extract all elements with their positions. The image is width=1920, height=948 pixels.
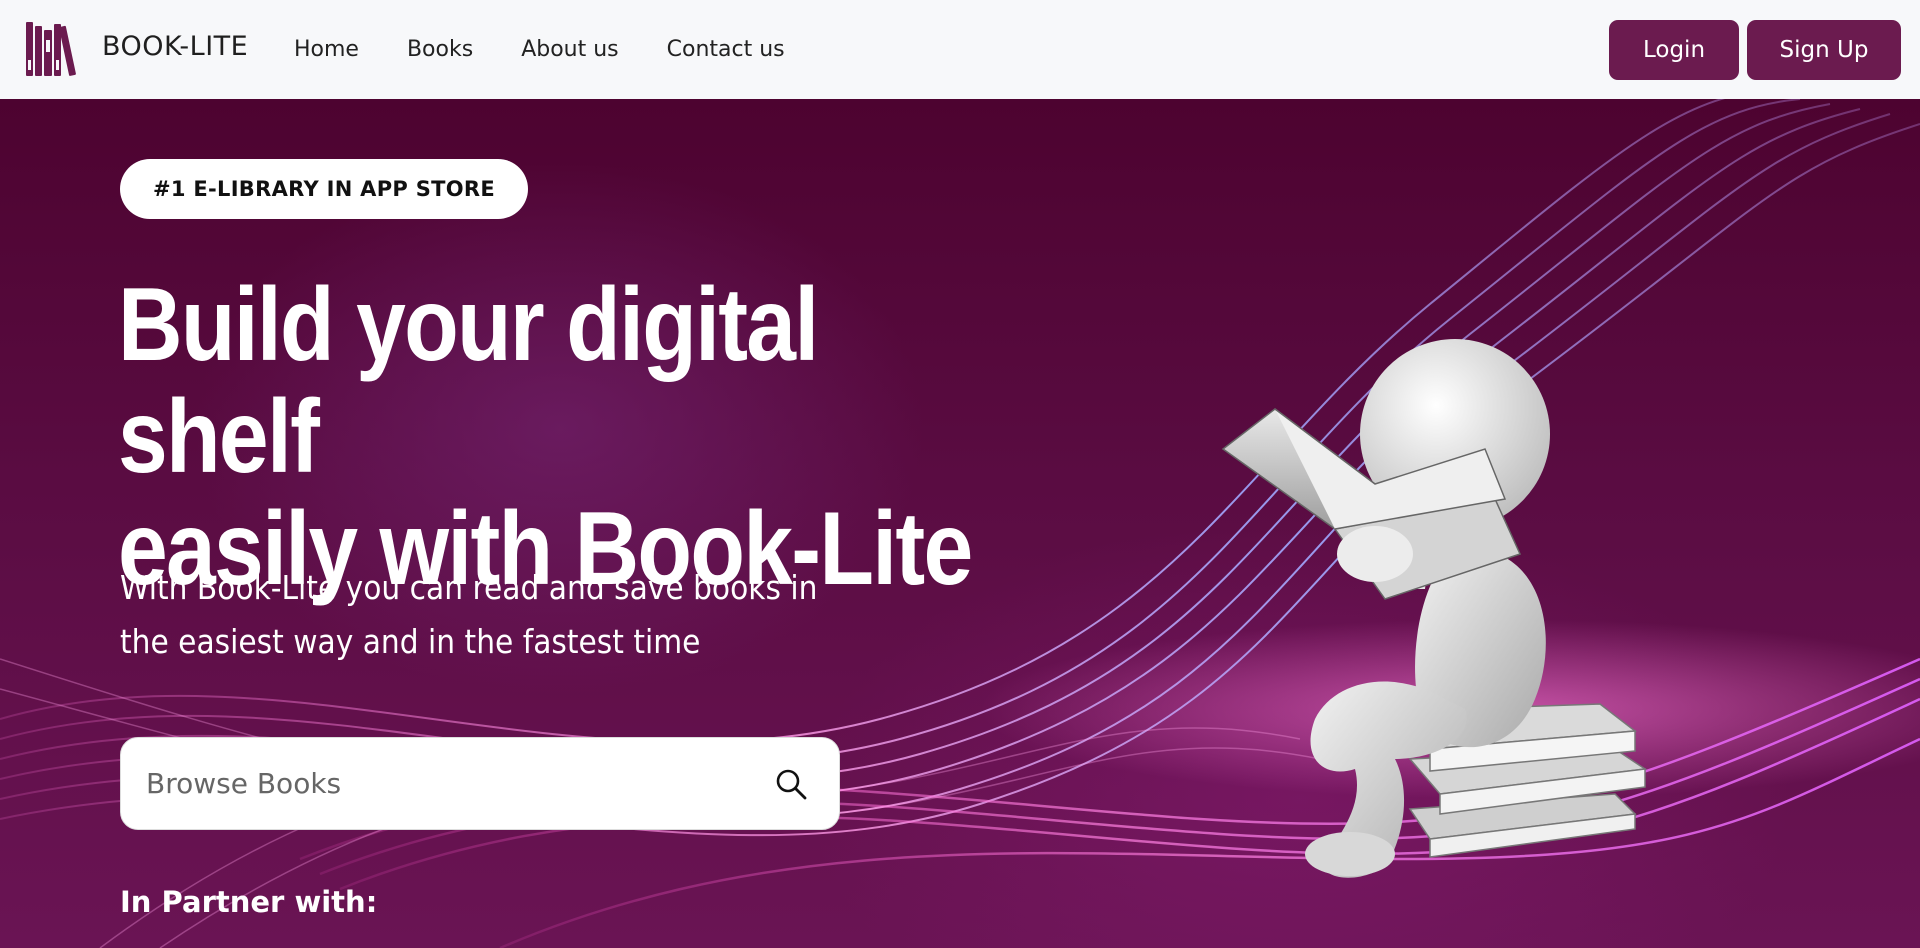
subtext-line-1: With Book-Lite you can read and save boo… xyxy=(120,568,818,607)
nav-link-contact[interactable]: Contact us xyxy=(667,37,785,62)
login-button[interactable]: Login xyxy=(1609,20,1739,80)
hero-headline: Build your digital shelf easily with Boo… xyxy=(118,269,978,605)
subtext-line-2: the easiest way and in the fastest time xyxy=(120,622,701,661)
navbar: BOOK-LITE Home Books About us Contact us… xyxy=(0,0,1920,99)
partner-heading: In Partner with: xyxy=(120,885,378,919)
figure-reading-book-illustration xyxy=(1221,339,1648,878)
search-input[interactable] xyxy=(121,738,761,829)
hero-subtext: With Book-Lite you can read and save boo… xyxy=(120,561,840,669)
search-icon[interactable] xyxy=(761,754,821,814)
logo[interactable] xyxy=(24,20,86,78)
signup-button[interactable]: Sign Up xyxy=(1747,20,1901,80)
headline-line-1: Build your digital shelf xyxy=(118,267,819,495)
bookshelf-icon xyxy=(26,22,76,76)
main-nav: Home Books About us Contact us xyxy=(294,37,833,62)
hero-section: #1 E-LIBRARY IN APP STORE Build your dig… xyxy=(0,99,1920,948)
nav-link-home[interactable]: Home xyxy=(294,37,359,62)
app-store-badge: #1 E-LIBRARY IN APP STORE xyxy=(120,159,528,219)
search-bar xyxy=(120,737,840,830)
brand-name[interactable]: BOOK-LITE xyxy=(102,31,248,62)
nav-link-books[interactable]: Books xyxy=(407,37,473,62)
nav-link-about[interactable]: About us xyxy=(521,37,618,62)
